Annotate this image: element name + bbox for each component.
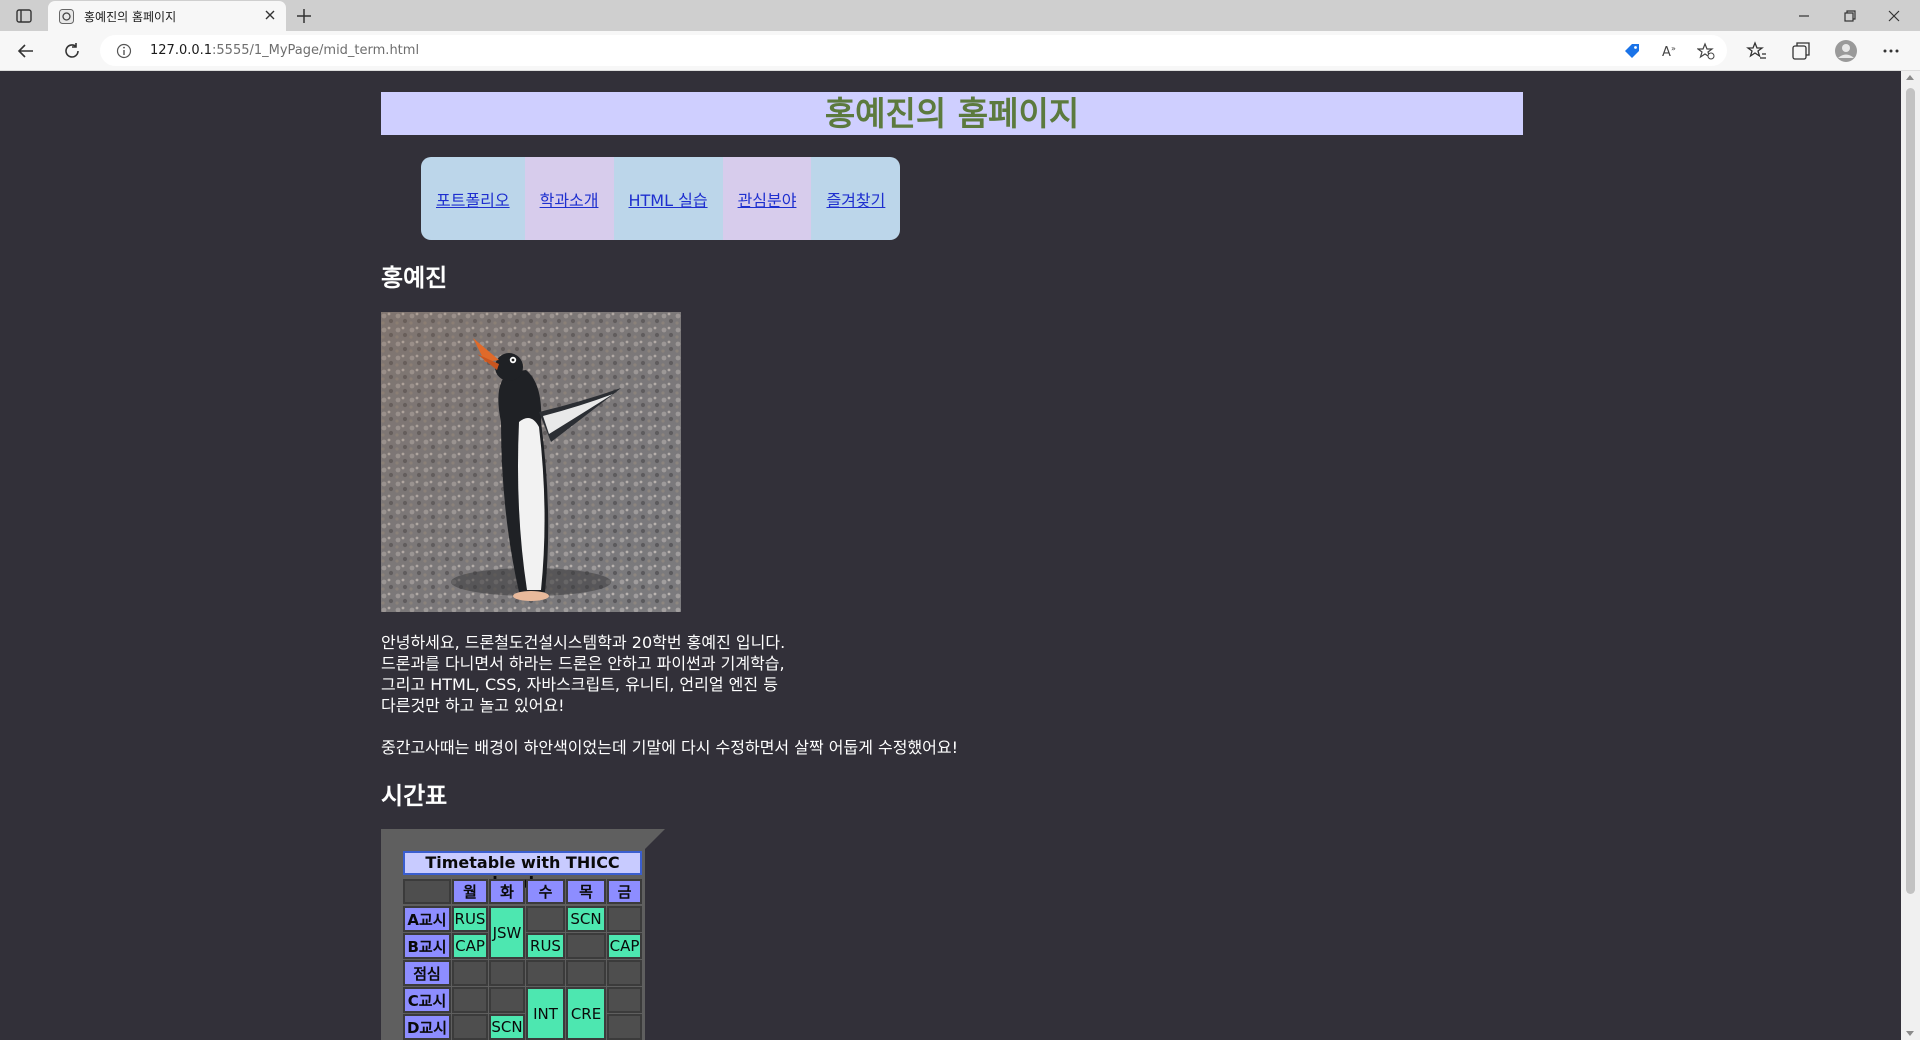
add-favorite-icon[interactable] [1697, 42, 1715, 60]
refresh-icon[interactable] [61, 40, 83, 62]
tab-title: 홍예진의 홈페이지 [84, 10, 177, 24]
menu-interests-link[interactable]: 관심분야 [722, 157, 812, 240]
empty-cell [607, 960, 642, 986]
empty-cell [526, 906, 565, 932]
empty-cell [607, 987, 642, 1013]
menu-bookmarks-link[interactable]: 즐겨찾기 [811, 157, 901, 240]
read-aloud-icon[interactable]: A » [1661, 42, 1679, 60]
empty-cell [452, 987, 488, 1013]
site-info-icon[interactable] [116, 43, 132, 59]
vertical-scrollbar[interactable] [1901, 71, 1920, 1040]
empty-cell [607, 1014, 642, 1040]
period-label-b: B교시 [403, 933, 451, 959]
intro-line-1: 안녕하세요, 드론철도건설시스템학과 20학번 홍예진 입니다. [381, 633, 786, 652]
scroll-down-arrow-icon[interactable] [1906, 1031, 1914, 1036]
minimize-icon[interactable] [1794, 6, 1814, 26]
page-title: 홍예진의 홈페이지 [824, 94, 1080, 133]
site-header: 홍예진의 홈페이지 [381, 92, 1523, 135]
period-label-d: D교시 [403, 1014, 451, 1040]
close-window-icon[interactable] [1884, 6, 1904, 26]
class-cell: SCN [489, 1014, 525, 1040]
empty-cell [489, 987, 525, 1013]
period-label-a: A교시 [403, 906, 451, 932]
page-favicon-icon [59, 9, 74, 24]
url-host: 127.0.0.1 [150, 43, 213, 58]
class-cell: INT [526, 987, 565, 1040]
main-menu: 포트폴리오 학과소개 HTML 실습 관심분야 즐겨찾기 [421, 157, 901, 240]
day-header-wed: 수 [526, 879, 565, 904]
back-icon[interactable] [15, 40, 37, 62]
new-tab-icon[interactable] [294, 6, 314, 26]
scroll-thumb[interactable] [1906, 88, 1915, 894]
empty-cell [566, 960, 606, 986]
collections-icon[interactable] [1790, 40, 1812, 62]
address-bar[interactable]: 127.0.0.1:5555/1_MyPage/mid_term.html A … [100, 35, 1727, 66]
class-cell: CAP [452, 933, 488, 959]
shopping-tag-icon[interactable] [1623, 42, 1641, 60]
empty-cell [452, 1014, 488, 1040]
empty-cell [452, 960, 488, 986]
svg-text:»: » [1671, 44, 1676, 53]
day-header-mon: 월 [452, 879, 488, 904]
period-label-c: C교시 [403, 987, 451, 1013]
intro-text: 안녕하세요, 드론철도건설시스템학과 20학번 홍예진 입니다. 드론과를 다니… [381, 632, 958, 758]
empty-cell [489, 960, 525, 986]
day-header-tue: 화 [489, 879, 525, 904]
tab-strip: 홍예진의 홈페이지 [0, 0, 1920, 31]
profile-avatar-icon[interactable] [1834, 39, 1858, 63]
class-cell: CAP [607, 933, 642, 959]
intro-line-2: 드론과를 다니면서 하라는 드론은 안하고 파이썬과 기계학습, [381, 654, 785, 673]
menu-portfolio-link[interactable]: 포트폴리오 [421, 157, 525, 240]
timetable-caption: Timetable with THICC border [403, 851, 642, 892]
intro-line-4: 다른것만 하고 놀고 있어요! [381, 696, 565, 715]
class-cell: CRE [566, 987, 606, 1040]
menu-html-practice-link[interactable]: HTML 실습 [613, 157, 723, 240]
svg-text:A: A [1662, 45, 1671, 60]
timetable-heading: 시간표 [381, 782, 448, 810]
empty-cell [607, 906, 642, 932]
favorites-icon[interactable] [1746, 40, 1768, 62]
navigation-bar: 127.0.0.1:5555/1_MyPage/mid_term.html A … [0, 31, 1920, 71]
empty-cell [526, 960, 565, 986]
intro-line-3: 그리고 HTML, CSS, 자바스크립트, 유니티, 언리얼 엔진 등 [381, 675, 778, 694]
more-options-icon[interactable] [1880, 40, 1902, 62]
url-path: :5555/1_MyPage/mid_term.html [212, 43, 420, 58]
class-cell: RUS [452, 906, 488, 932]
day-header-fri: 금 [607, 879, 642, 904]
class-cell: JSW [489, 906, 525, 959]
page-viewport: 홍예진의 홈페이지 포트폴리오 학과소개 HTML 실습 관심분야 즐겨찾기 홍… [0, 71, 1901, 1040]
timetable-corner-cell [403, 879, 451, 904]
url-text[interactable]: 127.0.0.1:5555/1_MyPage/mid_term.html [150, 43, 419, 58]
tab-actions-icon[interactable] [13, 7, 35, 25]
class-cell: RUS [526, 933, 565, 959]
menu-department-link[interactable]: 학과소개 [524, 157, 614, 240]
class-cell: SCN [566, 906, 606, 932]
empty-cell [566, 933, 606, 959]
active-tab[interactable]: 홍예진의 홈페이지 [48, 1, 286, 31]
penguin-photo [381, 312, 681, 612]
scroll-up-arrow-icon[interactable] [1906, 75, 1914, 80]
intro-note: 중간고사때는 배경이 하안색이었는데 기말에 다시 수정하면서 살짝 어둡게 수… [381, 738, 959, 757]
restore-icon[interactable] [1840, 6, 1860, 26]
name-heading: 홍예진 [381, 264, 448, 292]
day-header-thu: 목 [566, 879, 606, 904]
period-label-lunch: 점심 [403, 960, 451, 986]
close-tab-icon[interactable] [264, 9, 276, 21]
